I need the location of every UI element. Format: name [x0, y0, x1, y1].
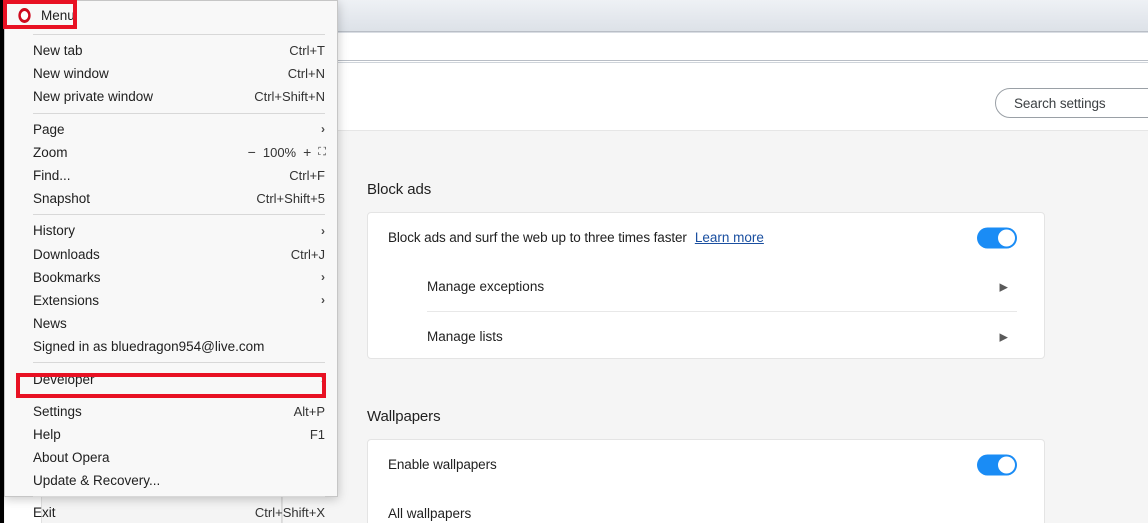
menu-item-label: Find...: [33, 168, 71, 184]
menu-item-label: Help: [33, 426, 61, 442]
menu-item-label: Bookmarks: [33, 269, 101, 285]
manage-lists-label: Manage lists: [427, 329, 503, 344]
block-ads-learn-more-link[interactable]: Learn more: [695, 230, 764, 245]
block-ads-toggle-knob: [998, 229, 1015, 246]
section-title-wallpapers: Wallpapers: [367, 408, 441, 425]
search-settings-text: Search settings: [1014, 95, 1106, 111]
enable-wallpapers-toggle-knob: [998, 456, 1015, 473]
menu-item-label: Extensions: [33, 292, 100, 308]
menu-header[interactable]: Menu: [5, 1, 337, 30]
menu-item-exit[interactable]: Exit Ctrl+Shift+X: [5, 501, 337, 523]
opera-logo-icon: [18, 8, 31, 23]
menu-item-label: Signed in as bluedragon954@live.com: [33, 339, 265, 355]
menu-item-zoom[interactable]: Zoom − 100% + ⛶: [5, 141, 337, 164]
menu-item-label: Exit: [33, 505, 56, 521]
menu-item-shortcut: Ctrl+J: [290, 246, 325, 262]
fullscreen-icon[interactable]: ⛶: [318, 146, 326, 159]
section-title-block-ads: Block ads: [367, 181, 432, 198]
enable-wallpapers-label: Enable wallpapers: [388, 457, 497, 472]
menu-item-shortcut: Ctrl+Shift+X: [254, 505, 325, 521]
menu-item-shortcut: F1: [309, 426, 325, 442]
wallpapers-card: Enable wallpapers All wallpapers: [367, 439, 1045, 523]
menu-item-label: History: [33, 223, 76, 239]
menu-separator: [33, 112, 325, 114]
menu-item-shortcut: Ctrl+N: [287, 66, 325, 82]
menu-item-about-opera[interactable]: About Opera: [5, 446, 337, 469]
menu-item-label: New tab: [33, 43, 83, 59]
menu-item-new-tab[interactable]: New tab Ctrl+T: [5, 39, 337, 62]
zoom-level-label: 100%: [262, 144, 297, 160]
chevron-right-icon: ▶: [999, 331, 1008, 343]
menu-item-label: Update & Recovery...: [33, 473, 161, 489]
menu-item-signed-in-account[interactable]: Signed in as bluedragon954@live.com: [5, 335, 337, 358]
chevron-right-icon: ›: [321, 223, 325, 238]
chevron-right-icon: ›: [321, 270, 325, 285]
menu-item-update-recovery[interactable]: Update & Recovery...: [5, 469, 337, 492]
manage-lists-row[interactable]: Manage lists ▶: [368, 312, 1044, 361]
zoom-controls[interactable]: − 100% + ⛶: [248, 144, 326, 160]
menu-item-label: Downloads: [33, 246, 100, 262]
menu-separator: [33, 496, 325, 498]
menu-item-label: Page: [33, 121, 65, 137]
menu-item-shortcut: Ctrl+T: [289, 43, 325, 59]
menu-header-label: Menu: [41, 8, 75, 23]
enable-wallpapers-toggle[interactable]: [977, 454, 1017, 475]
menu-item-news[interactable]: News: [5, 312, 337, 335]
menu-item-label: New private window: [33, 89, 154, 105]
manage-exceptions-row[interactable]: Manage exceptions ▶: [368, 262, 1044, 311]
menu-item-label: Developer: [33, 371, 95, 387]
block-ads-card: Block ads and surf the web up to three t…: [367, 212, 1045, 359]
menu-item-help[interactable]: Help F1: [5, 423, 337, 446]
menu-item-label: News: [33, 316, 67, 332]
menu-item-label: New window: [33, 66, 109, 82]
menu-item-page[interactable]: Page ›: [5, 118, 337, 141]
all-wallpapers-label: All wallpapers: [388, 506, 472, 521]
enable-wallpapers-row[interactable]: Enable wallpapers: [368, 440, 1044, 489]
menu-item-downloads[interactable]: Downloads Ctrl+J: [5, 243, 337, 266]
manage-exceptions-label: Manage exceptions: [427, 279, 545, 294]
block-ads-label: Block ads and surf the web up to three t…: [388, 230, 687, 245]
chevron-right-icon: ›: [321, 293, 325, 308]
menu-item-history[interactable]: History ›: [5, 219, 337, 242]
block-ads-toggle[interactable]: [977, 227, 1017, 248]
menu-item-shortcut: Alt+P: [293, 403, 325, 419]
menu-item-label: Settings: [33, 403, 82, 419]
menu-item-shortcut: Ctrl+Shift+N: [254, 89, 325, 105]
chevron-right-icon: ›: [321, 122, 325, 137]
all-wallpapers-row[interactable]: All wallpapers: [368, 489, 1044, 523]
menu-item-new-window[interactable]: New window Ctrl+N: [5, 62, 337, 85]
menu-item-new-private-window[interactable]: New private window Ctrl+Shift+N: [5, 85, 337, 108]
chevron-right-icon: ▶: [999, 281, 1008, 293]
menu-item-label: Snapshot: [33, 191, 91, 207]
opera-main-menu[interactable]: Menu New tab Ctrl+T New window Ctrl+N Ne…: [4, 0, 338, 520]
menu-item-bookmarks[interactable]: Bookmarks ›: [5, 266, 337, 289]
chevron-right-icon: ›: [321, 372, 325, 387]
menu-item-shortcut: Ctrl+F: [289, 168, 325, 184]
search-settings-input[interactable]: Search settings: [995, 88, 1148, 118]
menu-item-label: Zoom: [33, 144, 68, 160]
menu-item-label: About Opera: [33, 450, 110, 466]
menu-separator: [33, 394, 325, 396]
menu-separator: [33, 34, 325, 35]
zoom-out-icon[interactable]: −: [248, 144, 256, 160]
menu-item-developer[interactable]: Developer ›: [5, 367, 337, 390]
menu-item-extensions[interactable]: Extensions ›: [5, 289, 337, 312]
zoom-in-icon[interactable]: +: [303, 144, 311, 160]
menu-separator: [33, 214, 325, 216]
menu-item-find[interactable]: Find... Ctrl+F: [5, 164, 337, 187]
menu-separator: [33, 362, 325, 364]
block-ads-toggle-row[interactable]: Block ads and surf the web up to three t…: [368, 213, 1044, 262]
menu-item-settings[interactable]: Settings Alt+P: [5, 400, 337, 423]
menu-item-shortcut: Ctrl+Shift+5: [256, 191, 325, 207]
menu-item-snapshot[interactable]: Snapshot Ctrl+Shift+5: [5, 187, 337, 210]
